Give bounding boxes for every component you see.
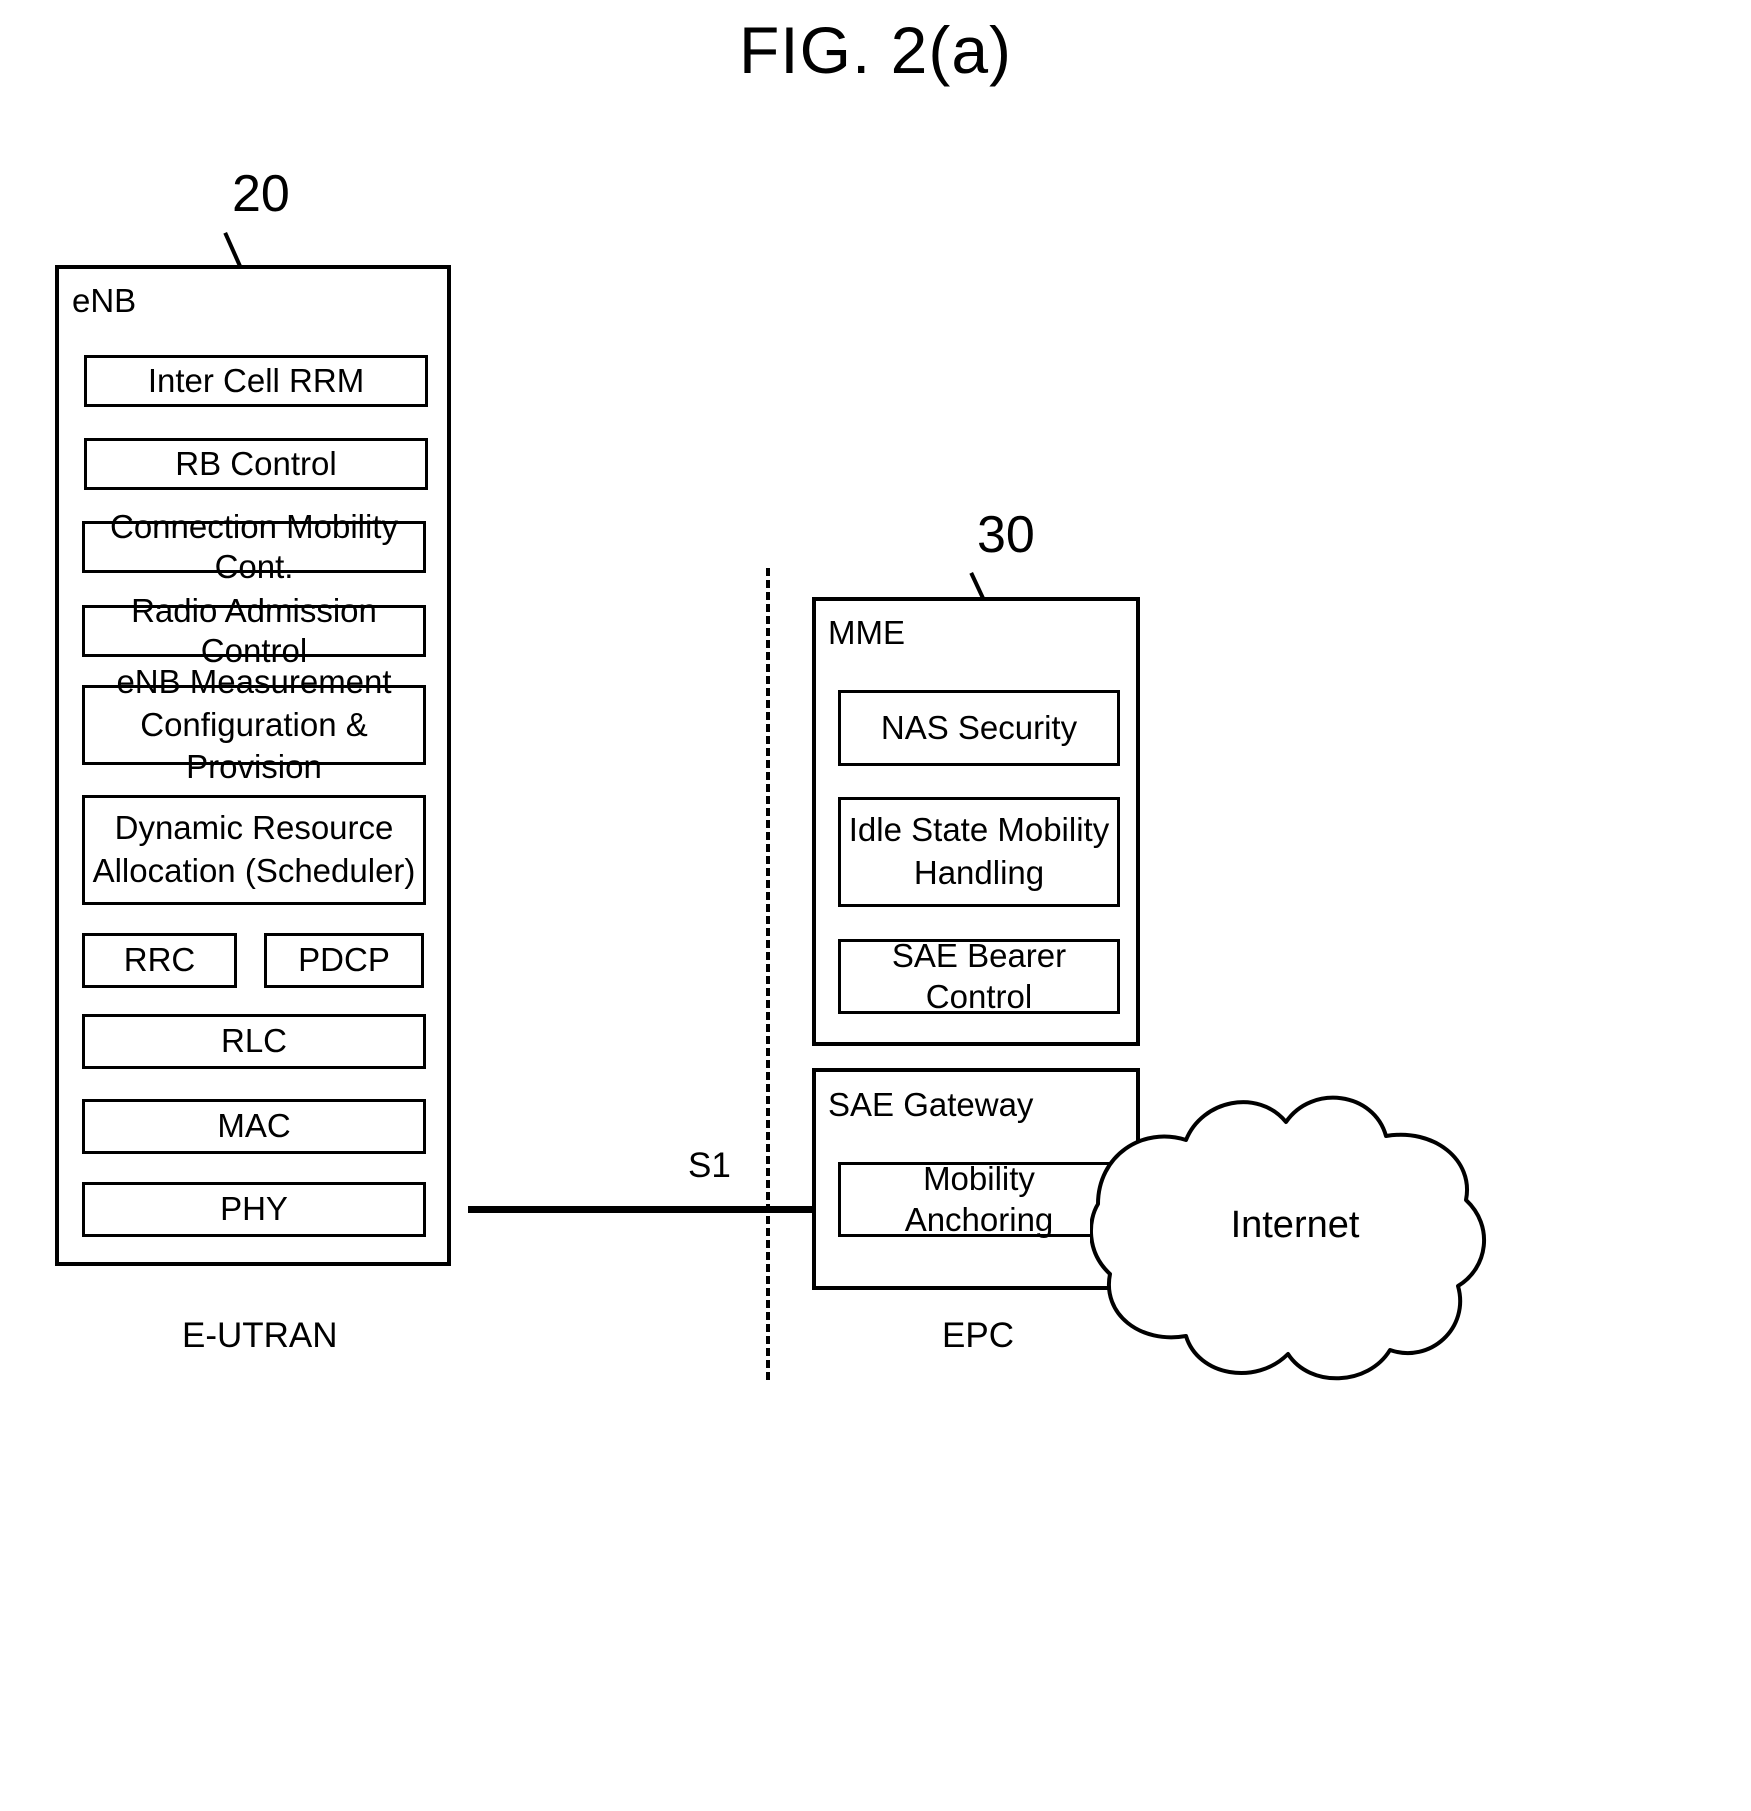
internet-cloud-label: Internet [1230,1204,1360,1246]
enb-block-inter-cell-rrm[interactable]: Inter Cell RRM [84,355,428,407]
s1-interface-line [468,1206,812,1213]
enb-block-measurement-line1: eNB Measurement [116,662,392,700]
domain-divider-dashed-line [766,568,770,1380]
enb-block-measurement-line2: Configuration & Provision [140,705,368,786]
enb-block-enb-measurement-configuration-provision[interactable]: eNB Measurement Configuration & Provisio… [82,663,426,785]
s1-interface-label: S1 [688,1146,731,1185]
enb-block-rrc[interactable]: RRC [82,933,237,988]
enb-block-dynamic-line1: Dynamic Resource [114,809,394,847]
enb-block-dynamic-line2: Allocation (Scheduler) [92,852,416,889]
enb-block-mac[interactable]: MAC [82,1099,426,1154]
caption-e-utran: E-UTRAN [182,1316,338,1355]
internet-cloud: Internet [1088,1048,1500,1398]
caption-epc: EPC [942,1316,1014,1355]
enb-block-phy[interactable]: PHY [82,1182,426,1237]
enb-block-radio-admission-control[interactable]: Radio Admission Control [82,592,426,669]
mme-block-sae-bearer-control[interactable]: SAE Bearer Control [838,937,1120,1015]
enb-block-rb-control[interactable]: RB Control [84,438,428,490]
mme-block-idle-line1: Idle State Mobility [848,811,1110,849]
figure-title: FIG. 2(a) [738,13,1013,87]
enb-block-dynamic-resource-allocation[interactable]: Dynamic Resource Allocation (Scheduler) [82,795,426,905]
enb-block-connection-mobility-cont[interactable]: Connection Mobility Cont. [82,508,426,585]
sae-gateway-title: SAE Gateway [828,1086,1034,1123]
mme-block-nas-security[interactable]: NAS Security [838,690,1120,766]
mme-title: MME [828,614,905,651]
reference-numeral-20: 20 [232,165,290,223]
mme-block-idle-line2: Handling [913,854,1045,891]
enb-title: eNB [72,282,137,319]
enb-block-rlc[interactable]: RLC [82,1014,426,1069]
enb-block-pdcp[interactable]: PDCP [264,933,424,988]
mme-block-idle-state-mobility-handling[interactable]: Idle State Mobility Handling [838,797,1120,907]
sae-gateway-block-mobility-anchoring[interactable]: Mobility Anchoring [838,1160,1120,1238]
reference-numeral-30: 30 [977,506,1035,564]
figure-canvas: FIG. 2(a) 20 eNB Inter Cell RRM RB Contr… [0,0,1751,1811]
